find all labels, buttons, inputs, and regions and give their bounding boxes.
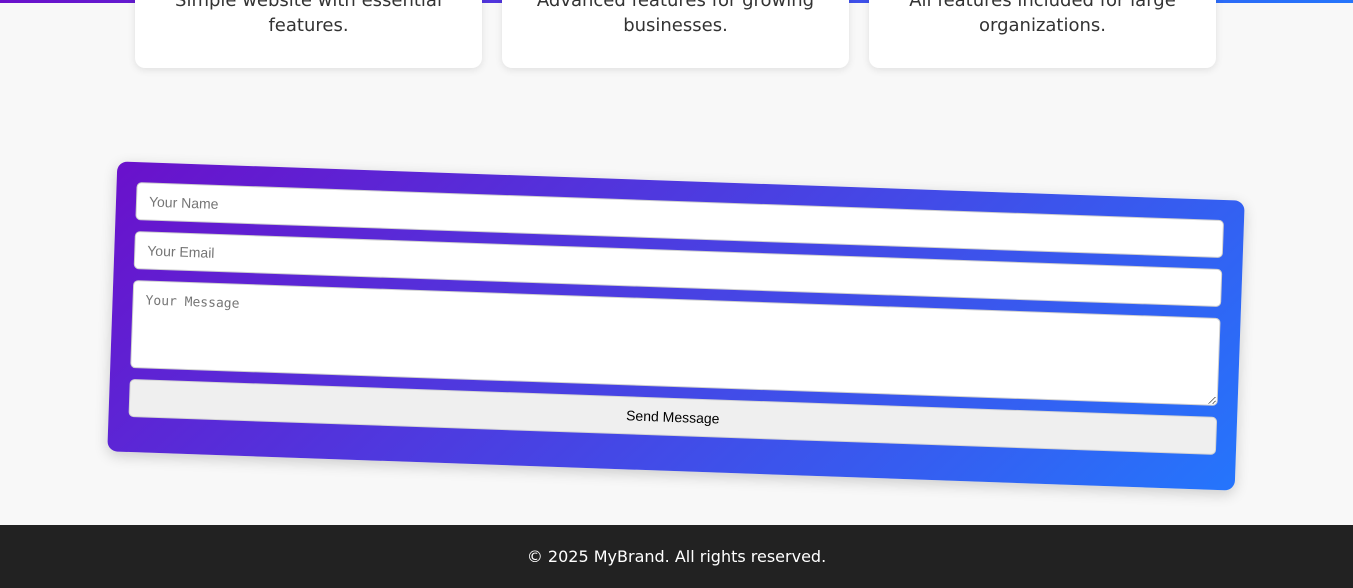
copyright-text: © 2025 MyBrand. All rights reserved. bbox=[526, 547, 827, 566]
card-description: Advanced features for growing businesses… bbox=[536, 0, 815, 36]
pricing-card-enterprise: All features included for large organiza… bbox=[869, 0, 1216, 68]
contact-form: Send Message bbox=[107, 161, 1245, 491]
site-footer: © 2025 MyBrand. All rights reserved. bbox=[0, 525, 1353, 588]
pricing-card-basic: Simple website with essential features. bbox=[135, 0, 482, 68]
card-description: Simple website with essential features. bbox=[175, 0, 442, 36]
pricing-card-pro: Advanced features for growing businesses… bbox=[502, 0, 849, 68]
pricing-cards: Simple website with essential features. … bbox=[0, 0, 1353, 70]
card-description: All features included for large organiza… bbox=[909, 0, 1176, 36]
